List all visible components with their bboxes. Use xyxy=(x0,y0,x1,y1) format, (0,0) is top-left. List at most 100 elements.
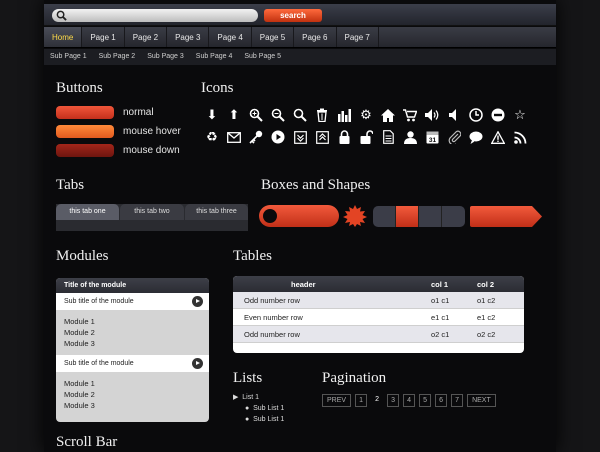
nav-item-page-4[interactable]: Page 4 xyxy=(209,27,252,47)
gear-icon[interactable]: ⚙ xyxy=(355,104,377,126)
module-subtitle-1-text: Sub title of the module xyxy=(64,298,134,305)
modules-heading: Modules xyxy=(56,248,109,264)
unlock-icon[interactable] xyxy=(355,126,377,148)
zoom-out-icon[interactable] xyxy=(267,104,289,126)
play-circle-icon[interactable] xyxy=(267,126,289,148)
arrow-up-icon[interactable]: ⬆ xyxy=(223,104,245,126)
list-item[interactable]: ▶ List 1 xyxy=(233,392,284,403)
sub-list-label: Sub List 1 xyxy=(253,416,285,423)
bullet-icon: ● xyxy=(245,416,250,423)
triangle-right-icon: ▶ xyxy=(233,394,239,401)
boxes-heading: Boxes and Shapes xyxy=(261,177,371,193)
upload-icon[interactable] xyxy=(311,126,333,148)
home-icon[interactable] xyxy=(377,104,399,126)
tab-three[interactable]: this tab three xyxy=(185,204,248,220)
page-button-3[interactable]: 3 xyxy=(387,394,400,407)
module-item[interactable]: Module 3 xyxy=(64,338,201,349)
user-icon[interactable] xyxy=(399,126,421,148)
segment-2[interactable] xyxy=(396,206,419,227)
arrow-down-icon[interactable]: ⬇ xyxy=(201,104,223,126)
page-button-4[interactable]: 4 xyxy=(403,394,416,407)
calendar-day-text: 31 xyxy=(428,137,436,144)
segment-1[interactable] xyxy=(373,206,396,227)
lock-icon[interactable] xyxy=(333,126,355,148)
search-button[interactable]: search xyxy=(264,9,322,22)
page-button-6[interactable]: 6 xyxy=(435,394,448,407)
mute-icon[interactable] xyxy=(443,104,465,126)
table-header-cell: header xyxy=(291,279,316,289)
star-icon[interactable]: ☆ xyxy=(509,104,531,126)
subnav-item-2[interactable]: Sub Page 2 xyxy=(93,49,142,65)
page-button-7[interactable]: 7 xyxy=(451,394,464,407)
sub-list-item[interactable]: ● Sub List 1 xyxy=(233,403,284,414)
sub-list-label: Sub List 1 xyxy=(253,405,285,412)
table-row[interactable]: Odd number row o1 c1 o1 c2 xyxy=(233,292,524,309)
rss-icon[interactable] xyxy=(509,126,531,148)
prev-button[interactable]: PREV xyxy=(322,394,352,407)
warning-icon[interactable] xyxy=(487,126,509,148)
module-subtitle-1[interactable]: Sub title of the module xyxy=(56,293,209,310)
tab-two[interactable]: this tab two xyxy=(120,204,184,220)
page-button-1[interactable]: 1 xyxy=(355,394,368,407)
page-button-2[interactable]: 2 xyxy=(371,394,383,407)
module-item[interactable]: Module 1 xyxy=(64,316,201,327)
module-title: Title of the module xyxy=(56,278,209,293)
sub-list-item[interactable]: ● Sub List 1 xyxy=(233,414,284,425)
nav-item-page-5[interactable]: Page 5 xyxy=(252,27,295,47)
download-icon[interactable] xyxy=(289,126,311,148)
segment-3[interactable] xyxy=(419,206,442,227)
nav-item-page-1[interactable]: Page 1 xyxy=(82,27,125,47)
module-item[interactable]: Module 2 xyxy=(64,389,201,400)
zoom-in-icon[interactable] xyxy=(245,104,267,126)
search-input[interactable] xyxy=(52,9,258,22)
comment-icon[interactable] xyxy=(465,126,487,148)
nav-item-page-2[interactable]: Page 2 xyxy=(125,27,168,47)
list-block: ▶ List 1 ● Sub List 1 ● Sub List 1 xyxy=(233,392,284,425)
scrollbar-heading: Scroll Bar xyxy=(56,434,118,450)
down-button[interactable] xyxy=(56,144,114,157)
module-subtitle-2[interactable]: Sub title of the module xyxy=(56,355,209,372)
clock-icon[interactable] xyxy=(465,104,487,126)
nav-item-page-6[interactable]: Page 6 xyxy=(294,27,337,47)
segment-4[interactable] xyxy=(442,206,465,227)
page-button-5[interactable]: 5 xyxy=(419,394,432,407)
nav-item-page-3[interactable]: Page 3 xyxy=(167,27,210,47)
module-item[interactable]: Module 1 xyxy=(64,378,201,389)
nav-item-page-7[interactable]: Page 7 xyxy=(337,27,379,47)
sub-nav: Sub Page 1 Sub Page 2 Sub Page 3 Sub Pag… xyxy=(44,49,556,65)
volume-icon[interactable] xyxy=(421,104,443,126)
minus-circle-icon[interactable] xyxy=(487,104,509,126)
next-button[interactable]: NEXT xyxy=(467,394,496,407)
tab-bar: this tab one this tab two this tab three xyxy=(56,204,248,231)
table-row[interactable]: Even number row e1 c1 e1 c2 xyxy=(233,309,524,326)
cart-icon[interactable] xyxy=(399,104,421,126)
arrow-shape xyxy=(470,206,542,227)
starburst-shape xyxy=(343,205,367,227)
nav-item-home[interactable]: Home xyxy=(44,27,83,47)
pagination-heading: Pagination xyxy=(322,370,387,386)
recycle-icon[interactable]: ♻ xyxy=(201,126,223,148)
subnav-item-3[interactable]: Sub Page 3 xyxy=(141,49,190,65)
play-circle-icon[interactable] xyxy=(192,296,203,307)
calendar-icon[interactable]: 31 xyxy=(421,126,443,148)
trash-icon[interactable] xyxy=(311,104,333,126)
table-row[interactable]: Odd number row o2 c1 o2 c2 xyxy=(233,326,524,343)
tab-one[interactable]: this tab one xyxy=(56,204,119,220)
mail-icon[interactable] xyxy=(223,126,245,148)
subnav-item-4[interactable]: Sub Page 4 xyxy=(190,49,239,65)
icon-grid: ⬇ ⬆ ⚙ ☆ ♻ 31 xyxy=(201,104,531,148)
bar-chart-icon[interactable] xyxy=(333,104,355,126)
document-icon[interactable] xyxy=(377,126,399,148)
module-item[interactable]: Module 2 xyxy=(64,327,201,338)
search-icon[interactable] xyxy=(289,104,311,126)
hover-button[interactable] xyxy=(56,125,114,138)
normal-button[interactable] xyxy=(56,106,114,119)
play-circle-icon[interactable] xyxy=(192,358,203,369)
table-cell: Odd number row xyxy=(244,295,300,305)
table-header-row: header col 1 col 2 xyxy=(233,276,524,292)
paperclip-icon[interactable] xyxy=(443,126,465,148)
subnav-item-5[interactable]: Sub Page 5 xyxy=(238,49,287,65)
module-item[interactable]: Module 3 xyxy=(64,400,201,411)
key-icon[interactable] xyxy=(245,126,267,148)
subnav-item-1[interactable]: Sub Page 1 xyxy=(44,49,93,65)
